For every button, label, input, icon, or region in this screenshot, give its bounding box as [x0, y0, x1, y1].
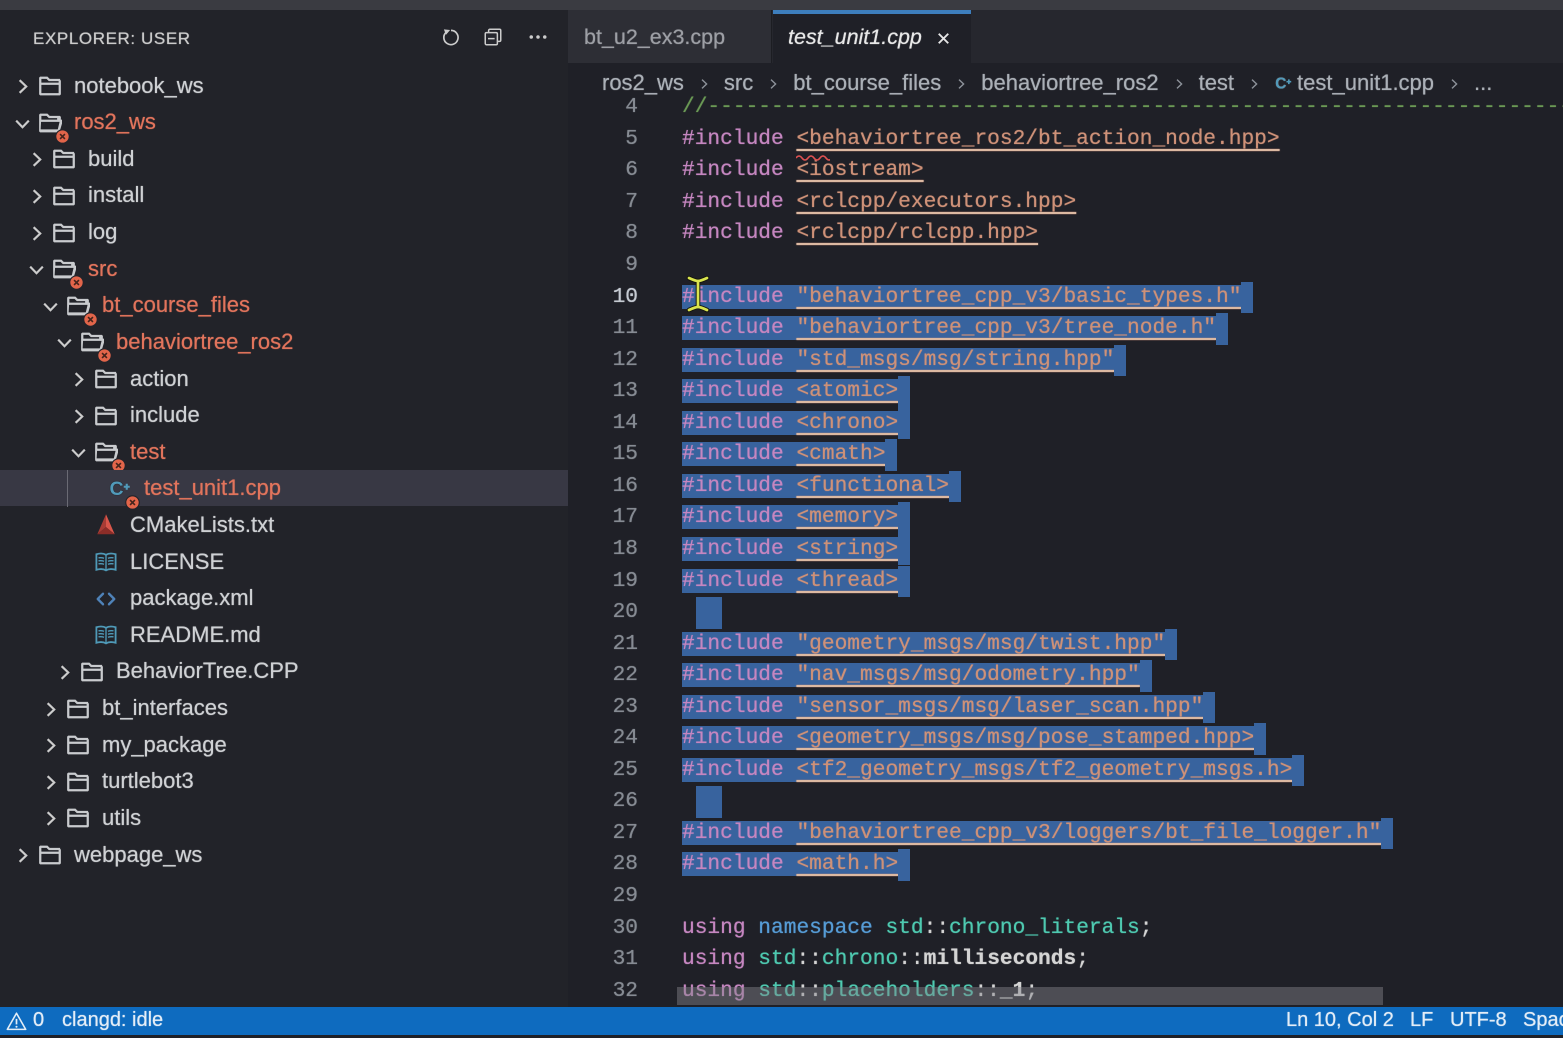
- svg-text:C: C: [110, 478, 124, 500]
